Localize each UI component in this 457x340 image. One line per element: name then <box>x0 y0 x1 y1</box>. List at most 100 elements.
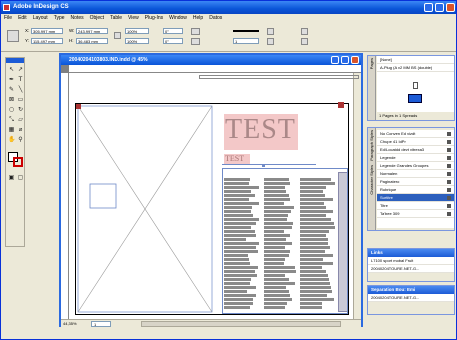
menu-view[interactable]: View <box>128 14 139 22</box>
menu-table[interactable]: Table <box>110 14 122 22</box>
constrain-proportions-icon[interactable] <box>114 32 121 39</box>
shear-field[interactable]: 0° <box>163 38 183 44</box>
flip-vertical-icon[interactable] <box>191 38 200 45</box>
page-thumbnail[interactable] <box>413 82 418 89</box>
style-item-label: Titre <box>380 203 388 208</box>
direct-selection-tool-icon[interactable]: ↗ <box>17 66 24 73</box>
normal-view-icon[interactable]: ▣ <box>8 174 15 181</box>
pages-tab-strip: Pages <box>368 56 376 120</box>
styles-list: No Conven Ed vizdt Chupe 41 IdPr Ed/Locatd… <box>377 130 454 228</box>
menu-file[interactable]: File <box>4 14 12 22</box>
heading-frame[interactable]: TEST <box>224 114 298 150</box>
fill-swatch-icon[interactable] <box>267 38 274 45</box>
menu-object[interactable]: Object <box>90 14 104 22</box>
rectangle-frame-tool-icon[interactable]: ⊠ <box>8 96 15 103</box>
style-item[interactable]: Ed/Locatdd devt vitrexa3 <box>377 146 454 154</box>
style-item[interactable]: Legende <box>377 154 454 162</box>
x-label: X: <box>25 28 30 33</box>
x-field[interactable]: 305,997 mm <box>31 28 63 34</box>
line-tool-icon[interactable]: ╲ <box>17 86 24 93</box>
maximize-button[interactable] <box>435 3 444 12</box>
select-container-icon[interactable] <box>301 28 308 35</box>
pencil-tool-icon[interactable]: ✎ <box>8 86 15 93</box>
pages-master-none[interactable]: [None] <box>377 56 454 64</box>
left-image-frame[interactable] <box>76 104 216 316</box>
rotate-tool-icon[interactable]: ↻ <box>17 106 24 113</box>
paragraph-styles-tab[interactable]: Paragraph Styles <box>368 128 375 163</box>
separations-item-1[interactable]: 20040204TOURE.NET-G... <box>368 294 454 302</box>
minimize-button[interactable] <box>424 3 433 12</box>
rotate-field[interactable]: 0° <box>163 28 183 34</box>
stroke-color-icon[interactable] <box>13 157 23 167</box>
hand-tool-icon[interactable]: ✋ <box>8 136 15 143</box>
scale-y-field[interactable]: 100% <box>125 38 149 44</box>
style-item[interactable]: Legende Grandes Groupes <box>377 162 454 170</box>
vertical-ruler[interactable] <box>61 73 69 319</box>
selection-tool-icon[interactable]: ↖ <box>8 66 15 73</box>
type-tool-icon[interactable]: T <box>17 76 24 83</box>
y-field[interactable]: 115,497 mm <box>31 38 63 44</box>
doc-minimize-button[interactable] <box>331 56 339 64</box>
pages-tab[interactable]: Pages <box>368 56 375 71</box>
menubar: File Edit Layout Type Notes Object Table… <box>1 14 456 22</box>
vertical-scrollbar[interactable] <box>353 73 361 319</box>
gradient-tool-icon[interactable]: ▦ <box>8 126 15 133</box>
reference-point-icon[interactable] <box>7 30 19 42</box>
spread-thumbnail[interactable] <box>408 94 422 103</box>
links-item-2[interactable]: 20040204TOURE.NET-G... <box>368 265 454 273</box>
menu-window[interactable]: Window <box>169 14 187 22</box>
scale-tool-icon[interactable]: ⤡ <box>8 116 15 123</box>
zoom-tool-icon[interactable]: ⚲ <box>17 136 24 143</box>
stroke-weight-field[interactable]: 1 <box>233 38 259 44</box>
flip-horizontal-icon[interactable] <box>191 28 200 35</box>
menu-datos[interactable]: Datos <box>209 14 222 22</box>
style-item[interactable]: Ta'bee 309 <box>377 210 454 218</box>
pen-tool-icon[interactable]: ✒ <box>8 76 15 83</box>
h-field[interactable]: 36,483 mm <box>76 38 108 44</box>
style-item-label: Legende <box>380 155 396 160</box>
menu-help[interactable]: Help <box>193 14 203 22</box>
shear-tool-icon[interactable]: ▱ <box>17 116 24 123</box>
style-item[interactable]: Rubrique <box>377 186 454 194</box>
document-statusbar: 44,35% 1 <box>61 319 361 327</box>
w-field[interactable]: 243,997 mm <box>76 28 108 34</box>
style-shortcut-icon <box>447 180 451 184</box>
preview-view-icon[interactable]: ▢ <box>17 174 24 181</box>
style-shortcut-icon <box>447 148 451 152</box>
links-item-1[interactable]: L7100 sport mobal Fruit <box>368 257 454 265</box>
eyedropper-tool-icon[interactable]: ⌀ <box>17 126 24 133</box>
style-item[interactable]: Chupe 41 IdPr <box>377 138 454 146</box>
horizontal-scrollbar[interactable] <box>141 321 341 327</box>
style-item[interactable]: Titre <box>377 202 454 210</box>
close-button[interactable] <box>446 3 455 12</box>
pages-master-a[interactable]: A-Plug (A v2 MM BS (double) <box>377 64 454 72</box>
menu-type[interactable]: Type <box>54 14 65 22</box>
doc-maximize-button[interactable] <box>341 56 349 64</box>
menu-edit[interactable]: Edit <box>18 14 27 22</box>
frame-handle[interactable] <box>262 164 265 167</box>
document-titlebar: 20040204103803.IND.indd @ 45% <box>61 55 361 65</box>
doc-close-button[interactable] <box>351 56 359 64</box>
style-item[interactable]: Paginatero <box>377 178 454 186</box>
character-styles-tab[interactable]: Character Styles <box>368 163 375 197</box>
small-heading-frame[interactable]: TEST <box>224 154 250 164</box>
stroke-swatch-icon[interactable] <box>267 28 274 35</box>
stroke-type-line[interactable] <box>233 30 259 32</box>
menu-notes[interactable]: Notes <box>71 14 84 22</box>
styles-tab-strip: Paragraph Styles Character Styles <box>368 128 376 230</box>
page-number-field[interactable]: 1 <box>91 321 111 327</box>
style-item[interactable]: Normalen <box>377 170 454 178</box>
select-content-icon[interactable] <box>301 38 308 45</box>
style-item[interactable]: Surtitre <box>377 194 454 202</box>
menu-plugins[interactable]: Plug-Ins <box>145 14 163 22</box>
style-item[interactable]: No Conven Ed vizdt <box>377 130 454 138</box>
ellipse-tool-icon[interactable]: ○ <box>8 106 15 113</box>
menu-layout[interactable]: Layout <box>33 14 48 22</box>
zoom-level[interactable]: 44,35% <box>63 320 77 328</box>
separations-list: 20040204TOURE.NET-G... <box>368 294 454 302</box>
horizontal-ruler[interactable] <box>69 65 361 73</box>
w-label: W: <box>69 28 75 33</box>
scale-x-field[interactable]: 100% <box>125 28 149 34</box>
rectangle-tool-icon[interactable]: ▭ <box>17 96 24 103</box>
links-panel: Links L7100 sport mobal Fruit 20040204TO… <box>367 248 455 282</box>
